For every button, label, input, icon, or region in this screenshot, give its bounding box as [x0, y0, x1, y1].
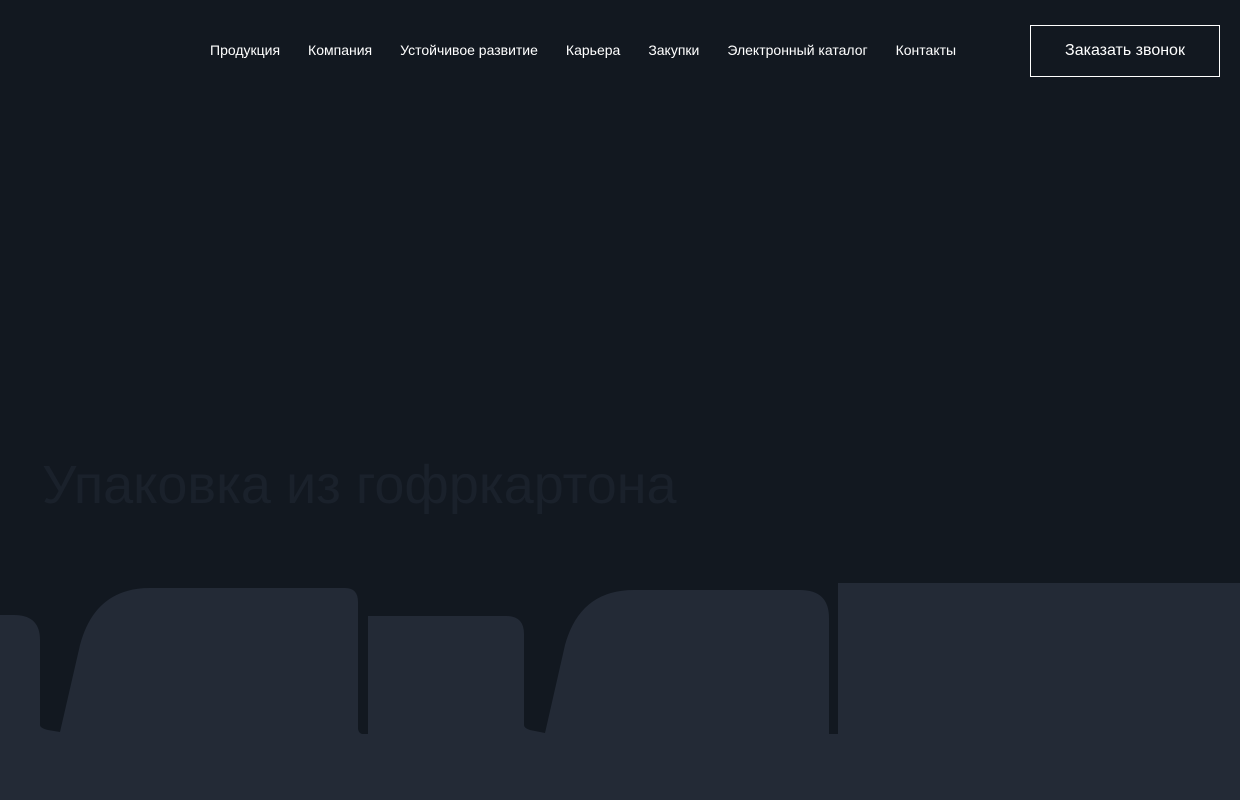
nav-item-sustainability[interactable]: Устойчивое развитие [386, 38, 552, 62]
main-nav: Продукция Компания Устойчивое развитие К… [196, 38, 970, 62]
nav-item-products[interactable]: Продукция [196, 38, 294, 62]
nav-item-career[interactable]: Карьера [552, 38, 634, 62]
hero-title: Упаковка из гофркартона [42, 455, 677, 515]
nav-item-company[interactable]: Компания [294, 38, 386, 62]
carton-silhouettes [0, 583, 1240, 800]
site-header: Продукция Компания Устойчивое развитие К… [0, 0, 1240, 100]
nav-item-catalog[interactable]: Электронный каталог [713, 38, 881, 62]
carton-base [0, 734, 1240, 800]
logo[interactable] [40, 30, 160, 70]
nav-item-procurement[interactable]: Закупки [634, 38, 713, 62]
nav-item-contacts[interactable]: Контакты [882, 38, 970, 62]
order-call-button[interactable]: Заказать звонок [1030, 25, 1220, 77]
hero-carton-shapes [0, 570, 1240, 800]
page: Продукция Компания Устойчивое развитие К… [0, 0, 1240, 800]
